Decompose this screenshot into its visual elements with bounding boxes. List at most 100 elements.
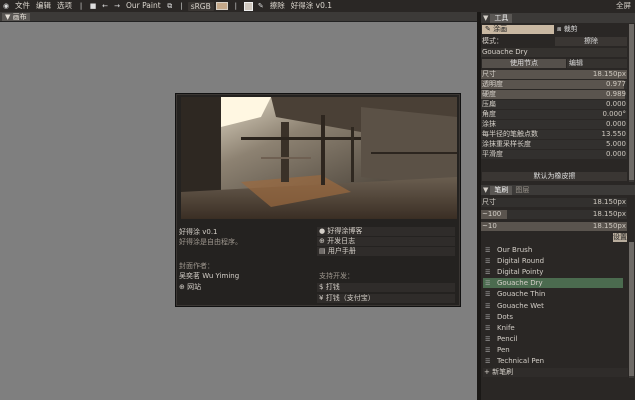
collapse-icon[interactable]: ▼ xyxy=(481,186,490,194)
apply-size-button[interactable]: 设置 xyxy=(613,233,627,242)
donate-link[interactable]: $ 打钱 xyxy=(317,283,455,292)
windows-icon[interactable]: ⧉ xyxy=(166,2,174,10)
drag-handle-icon[interactable]: ☰ xyxy=(485,324,493,334)
collapse-icon[interactable]: ▼ xyxy=(481,14,490,22)
drag-handle-icon[interactable]: ☰ xyxy=(485,257,493,267)
brush-list-item[interactable]: ☰ Knife xyxy=(483,323,623,333)
param-value: 0.000 xyxy=(605,100,626,108)
support-label: 支持开发： xyxy=(319,272,354,280)
size-label: 尺寸 xyxy=(482,198,496,206)
param-row[interactable]: 涂抹 0.000 xyxy=(481,120,627,129)
blog-link[interactable]: ● 好得涂博客 xyxy=(317,227,455,236)
size-value: 18.150px xyxy=(592,222,626,230)
param-label: 涂抹 xyxy=(482,120,496,128)
redo-icon[interactable]: → xyxy=(113,2,121,10)
param-value: 0.000° xyxy=(602,110,626,118)
stop-icon[interactable]: ■ xyxy=(89,2,97,10)
canvas-area[interactable]: 好得涂 v0.1 好得涂是自由程序。 封面作者： 吴奕茗 Wu Yiming ⊕… xyxy=(0,22,477,400)
color-preview[interactable] xyxy=(243,1,253,11)
mode-label: 模式： xyxy=(482,37,503,45)
param-row[interactable]: 平滑度 0.000 xyxy=(481,150,627,159)
brush-list-item[interactable]: ☰ Pen xyxy=(483,345,623,355)
donate-alipay-link[interactable]: ¥ 打钱（支付宝） xyxy=(317,294,455,303)
brush-list-item[interactable]: ☰ Dots xyxy=(483,312,623,322)
param-row[interactable]: 角度 0.000° xyxy=(481,110,627,119)
tab-brushes[interactable]: 笔刷 xyxy=(490,186,513,195)
brush-size-row[interactable]: ~100 18.150px xyxy=(481,210,627,219)
brush-scrollbar[interactable] xyxy=(629,242,634,378)
brush-panel-header: ▼ 笔刷 图层 xyxy=(481,185,635,195)
edit-nodes-button[interactable]: 编辑 xyxy=(567,59,627,68)
erase-toggle[interactable]: 擦除 xyxy=(267,0,288,12)
size-value: 18.150px xyxy=(592,210,626,218)
brush-item-label: Gouache Dry xyxy=(497,279,543,288)
brush-list-item[interactable]: ☰ Gouache Wet xyxy=(483,301,623,311)
app-logo-icon[interactable]: ◉ xyxy=(2,2,10,10)
param-row[interactable]: 透明度 0.977 xyxy=(481,80,627,89)
tab-layers[interactable]: 图层 xyxy=(512,186,529,194)
brush-icon[interactable]: ✎ xyxy=(257,2,265,10)
brush-list-item[interactable]: ☰ Our Brush xyxy=(483,245,623,255)
fullscreen-button[interactable]: 全屏 xyxy=(616,0,631,12)
param-row[interactable]: 压扁 0.000 xyxy=(481,100,627,109)
tab-canvas[interactable]: ▼ 画布 xyxy=(2,13,30,21)
tools-panel-header: ▼ 工具 xyxy=(481,13,635,23)
brush-list-item[interactable]: ☰ Gouache Thin xyxy=(483,289,623,299)
drag-handle-icon[interactable]: ☰ xyxy=(485,302,493,312)
brush-list-item[interactable]: ☰ Technical Pen xyxy=(483,356,623,366)
drag-handle-icon[interactable]: ☰ xyxy=(485,313,493,323)
devlog-link[interactable]: ⊕ 开发日志 xyxy=(317,237,455,246)
brush-list-item[interactable]: ☰ Digital Round xyxy=(483,256,623,266)
drag-handle-icon[interactable]: ☰ xyxy=(485,346,493,356)
tab-tools[interactable]: 工具 xyxy=(490,14,513,23)
brush-size-row[interactable]: 尺寸 18.150px xyxy=(481,198,627,207)
tool-crop-button[interactable]: ⧈ 裁剪 xyxy=(555,25,627,34)
app-window: ◉ 文件 编辑 选项 | ■ ← → Our Paint ⧉ | sRGB | … xyxy=(0,0,635,400)
drag-handle-icon[interactable]: ☰ xyxy=(485,279,493,289)
menu-options[interactable]: 选项 xyxy=(54,0,75,12)
donate-alipay-label: 打钱（支付宝） xyxy=(325,294,375,302)
param-row[interactable]: 硬度 0.989 xyxy=(481,90,627,99)
manual-link[interactable]: ▤ 用户手册 xyxy=(317,247,455,256)
param-row[interactable]: 每半径的笔触点数 13.550 xyxy=(481,130,627,139)
param-value: 0.989 xyxy=(605,90,626,98)
use-nodes-label: 使用节点 xyxy=(510,59,538,67)
param-value: 13.550 xyxy=(601,130,627,138)
brush-item-label: Digital Round xyxy=(497,257,545,266)
brush-item-label: Digital Pointy xyxy=(497,268,544,277)
tool-paint-button[interactable]: ✎ 涂画 xyxy=(482,25,554,34)
default-eraser-button[interactable]: 默认为橡皮擦 xyxy=(482,172,627,181)
colorspace-select[interactable]: sRGB xyxy=(187,1,214,11)
brush-list-item[interactable]: ☰ Digital Pointy xyxy=(483,267,623,277)
website-link[interactable]: ⊕ 网站 xyxy=(179,283,201,292)
use-nodes-button[interactable]: 使用节点 xyxy=(482,59,566,68)
donate-label: 打钱 xyxy=(325,283,340,291)
brush-list-item[interactable]: ☰ Pencil xyxy=(483,334,623,344)
drag-handle-icon[interactable]: ☰ xyxy=(485,335,493,345)
tools-scrollbar[interactable] xyxy=(629,24,634,182)
param-row[interactable]: 尺寸 18.150px xyxy=(481,70,627,79)
new-brush-button[interactable]: + 新笔刷 xyxy=(483,368,628,377)
mode-select[interactable]: 擦除 xyxy=(555,37,627,46)
mode-row: 模式： 擦除 xyxy=(481,37,627,46)
color-swatch[interactable] xyxy=(215,2,228,10)
edit-nodes-label: 编辑 xyxy=(569,59,583,67)
brush-size-row[interactable]: ~10 18.150px xyxy=(481,222,627,231)
param-label: 透明度 xyxy=(482,80,503,88)
size-label: ~100 xyxy=(482,210,502,218)
drag-handle-icon[interactable]: ☰ xyxy=(485,246,493,256)
drag-handle-icon[interactable]: ☰ xyxy=(485,290,493,300)
menu-edit[interactable]: 编辑 xyxy=(33,0,54,12)
undo-icon[interactable]: ← xyxy=(101,2,109,10)
param-row[interactable]: 涂抹重采样长度 5.000 xyxy=(481,140,627,149)
drag-handle-icon[interactable]: ☰ xyxy=(485,357,493,367)
brush-list-item[interactable]: ☰ Gouache Dry xyxy=(483,278,623,289)
separator-icon: | xyxy=(180,2,183,10)
drag-handle-icon[interactable]: ☰ xyxy=(485,268,493,278)
menu-file[interactable]: 文件 xyxy=(12,0,33,12)
brush-item-label: Gouache Wet xyxy=(497,301,544,310)
cover-artwork xyxy=(181,97,457,219)
brush-name-field[interactable]: Gouache Dry xyxy=(481,48,627,57)
right-panel: ▼ 工具 ✎ 涂画 ⧈ 裁剪 模式： 擦除 Gouache Dry 使用节点 编辑… xyxy=(481,12,635,400)
cover-author-label: 封面作者： xyxy=(179,262,214,270)
